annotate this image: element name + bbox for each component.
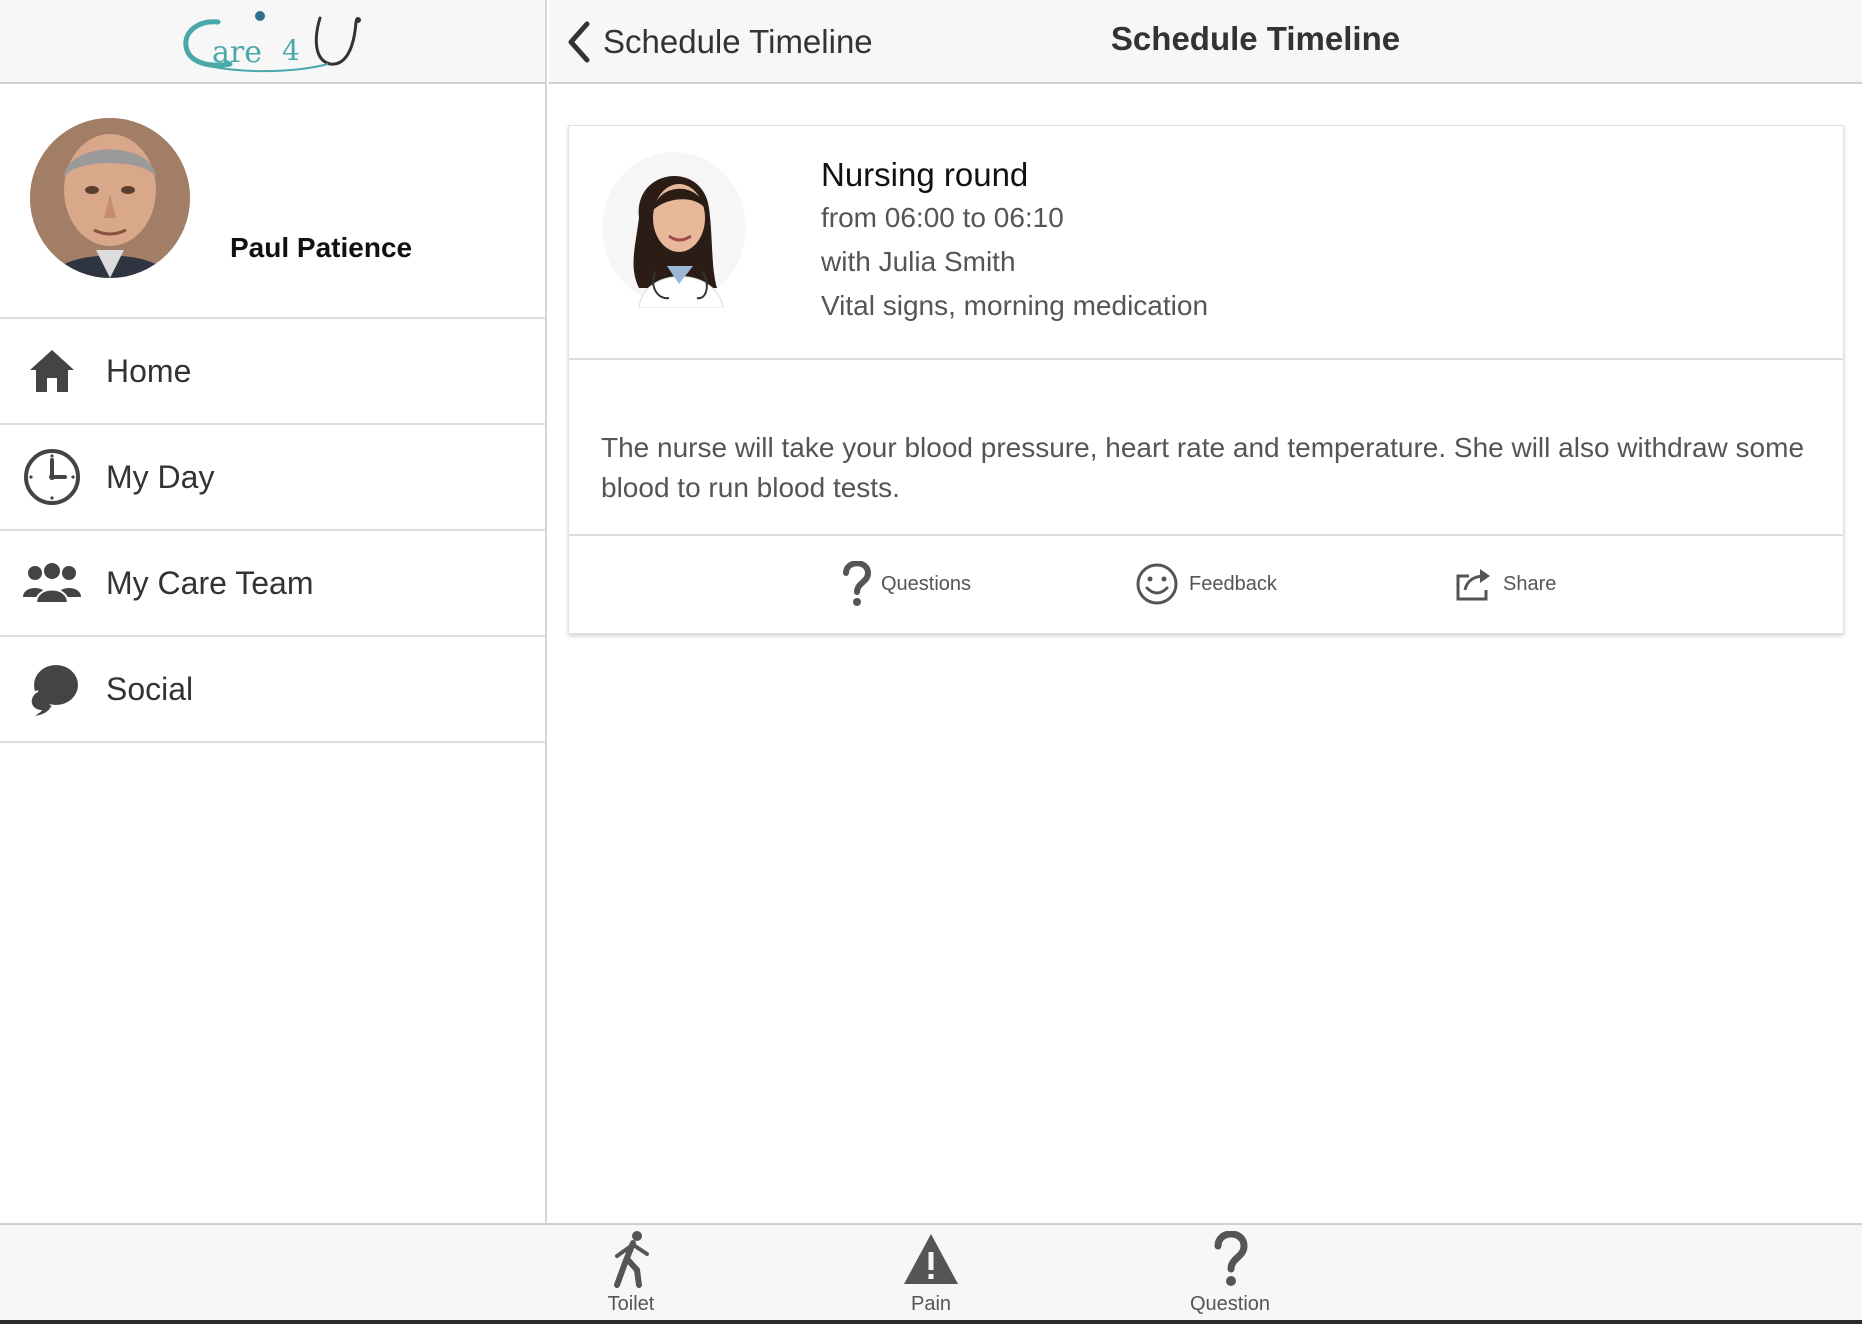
avatar[interactable]: [30, 118, 190, 278]
share-button[interactable]: Share: [1455, 560, 1556, 608]
back-button-label: Schedule Timeline: [603, 23, 873, 60]
bottom-tab-bar: Toilet Pain Question: [0, 1223, 1862, 1324]
feedback-label: Feedback: [1189, 572, 1277, 595]
nurse-avatar-icon: [602, 152, 746, 309]
patient-name: Paul Patience: [230, 232, 413, 263]
share-label: Share: [1503, 572, 1557, 595]
sidebar-item-home[interactable]: Home: [0, 319, 545, 425]
warning-icon: [901, 1229, 961, 1289]
home-icon: [22, 341, 82, 401]
sidebar-item-my-day[interactable]: My Day: [0, 425, 545, 531]
tab-question[interactable]: Question: [1170, 1229, 1290, 1321]
appointment-description: The nurse will take your blood pressure,…: [569, 360, 1843, 536]
tab-toilet[interactable]: Toilet: [571, 1229, 691, 1321]
sidebar-item-my-care-team[interactable]: My Care Team: [0, 531, 545, 637]
team-icon: [22, 553, 82, 613]
svg-text:4: 4: [282, 34, 300, 67]
profile-section: Paul Patience: [0, 84, 545, 319]
question-icon: [1200, 1229, 1260, 1289]
sidebar-item-label: Social: [106, 670, 194, 707]
questions-label: Questions: [881, 572, 972, 595]
app-logo: are 4: [178, 6, 368, 76]
appointment-card: Nursing round from 06:00 to 06:10 with J…: [568, 125, 1844, 634]
sidebar: are 4 Paul Patience Home My Day My Care …: [0, 0, 547, 1223]
chat-icon: [22, 659, 82, 719]
card-actions: Questions Feedback Share: [569, 536, 1843, 633]
appointment-caregiver: with Julia Smith: [821, 246, 1016, 277]
tab-label: Pain: [910, 1293, 952, 1315]
clock-icon: [22, 447, 82, 507]
tab-label: Toilet: [607, 1293, 655, 1315]
card-header: Nursing round from 06:00 to 06:10 with J…: [569, 126, 1843, 360]
care4u-logo-icon: are 4: [182, 11, 361, 73]
top-navigation-bar: Schedule Timeline Schedule Timeline: [549, 0, 1862, 84]
smiley-icon: [1136, 563, 1178, 605]
sidebar-item-label: My Day: [106, 458, 215, 495]
appointment-time: from 06:00 to 06:10: [821, 202, 1064, 233]
chevron-left-icon: [568, 21, 590, 63]
patient-avatar-icon: [30, 118, 190, 278]
walking-person-icon: [601, 1229, 661, 1289]
svg-text:are: are: [212, 35, 262, 70]
question-icon: [843, 561, 871, 606]
questions-button[interactable]: Questions: [841, 560, 971, 608]
appointment-summary: Vital signs, morning medication: [821, 290, 1209, 321]
sidebar-item-label: Home: [106, 352, 192, 389]
sidebar-header: are 4: [0, 0, 545, 84]
feedback-button[interactable]: Feedback: [1135, 560, 1277, 608]
sidebar-item-label: My Care Team: [106, 564, 314, 601]
appointment-title: Nursing round: [821, 156, 1029, 193]
sidebar-item-social[interactable]: Social: [0, 637, 545, 743]
share-icon: [1456, 569, 1490, 601]
tab-label: Question: [1189, 1293, 1271, 1315]
nurse-photo: [599, 148, 749, 309]
back-button[interactable]: Schedule Timeline: [563, 14, 873, 70]
tab-pain[interactable]: Pain: [871, 1229, 991, 1321]
